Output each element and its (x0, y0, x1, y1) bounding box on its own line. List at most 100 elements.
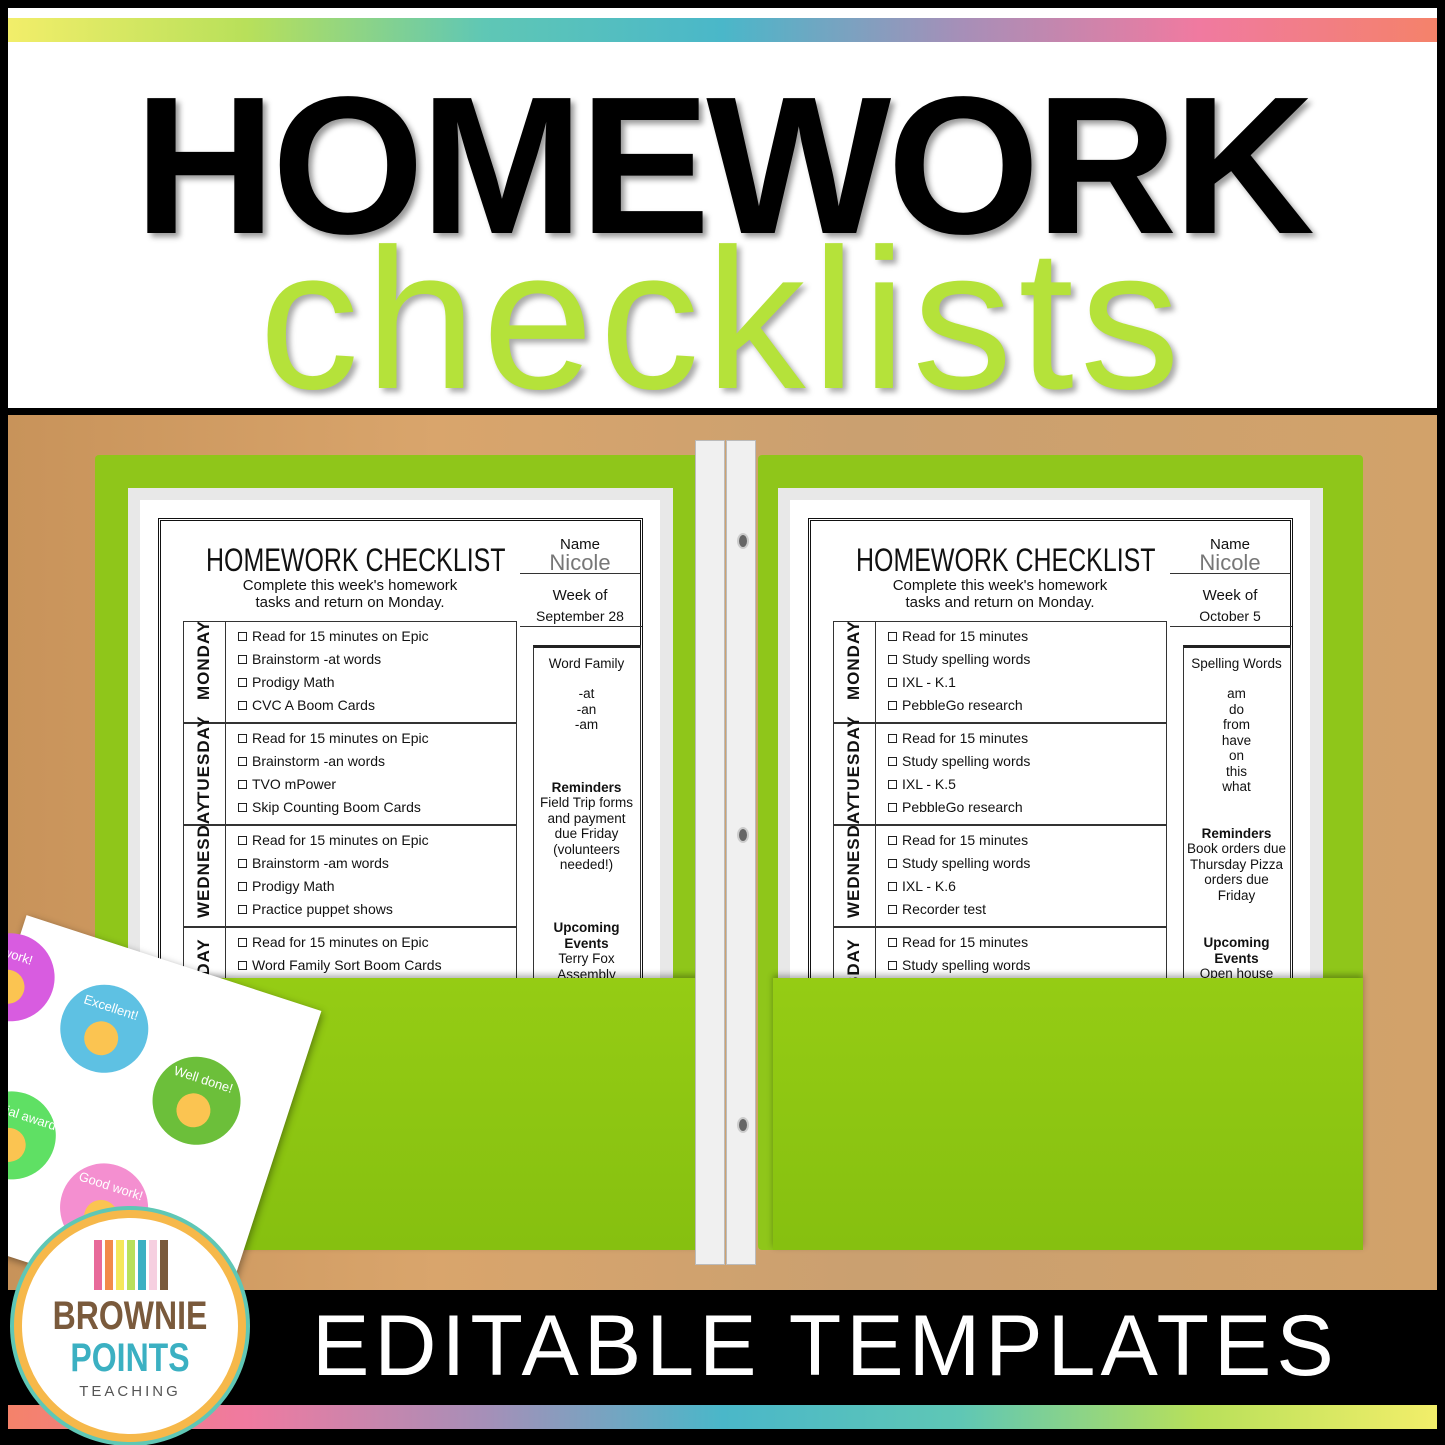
day-row: MONDAY Read for 15 minutes Study spelling … (833, 620, 1167, 723)
title-checklists: checklists (259, 208, 1186, 431)
sidebar-word: am (1227, 686, 1246, 701)
worksheet-instructions: tasks and return on Monday. (905, 594, 1095, 611)
sidebar-word: -am (574, 717, 599, 732)
folder-fastener-left (695, 440, 725, 1265)
day-row: WEDNESDAY Read for 15 minutes on Epic Brai… (183, 800, 517, 927)
task-checkbox[interactable] (238, 882, 247, 891)
name-underline (1170, 573, 1290, 574)
task-item: Brainstorm -at words (252, 651, 382, 667)
task-checkbox[interactable] (238, 938, 247, 947)
task-item: Read for 15 minutes on Epic (252, 934, 429, 950)
task-item: Recorder test (902, 901, 987, 917)
task-checkbox[interactable] (888, 780, 897, 789)
sidebar-word: what (1222, 779, 1251, 794)
task-checkbox[interactable] (888, 859, 897, 868)
week-underline (520, 626, 642, 627)
task-item: Brainstorm -am words (252, 855, 389, 871)
pencils-icon (94, 1240, 168, 1290)
task-checkbox[interactable] (888, 803, 897, 812)
sidebar-box: Word Family -at -an -am Reminders Field Trip … (533, 645, 641, 978)
sidebar-word: have (1221, 732, 1252, 748)
left-checklist-sheet: HOMEWORK CHECKLIST Complete this week's h… (128, 488, 673, 978)
task-checkbox[interactable] (238, 701, 247, 710)
day-row: SDAY Read for 15 minutes Study spelling wo… (833, 927, 1167, 978)
week-value: October 5 (1199, 608, 1261, 624)
task-item: Practice puppet shows (252, 901, 393, 917)
title-area: HOMEWORK checklists (8, 8, 1437, 420)
reminders-text: Book orders due Thursday Pizza orders du… (1186, 841, 1287, 903)
task-checkbox[interactable] (888, 701, 897, 710)
sidebar-heading: Spelling Words (1191, 656, 1282, 671)
day-label: WEDNESDAY (194, 800, 213, 918)
task-item: Study spelling words (902, 651, 1031, 667)
task-checkbox[interactable] (888, 882, 897, 891)
task-checkbox[interactable] (888, 678, 897, 687)
task-checkbox[interactable] (888, 938, 897, 947)
sidebar-word: -at (578, 686, 595, 701)
logo-brownie: BROWNIE (52, 1294, 208, 1338)
day-label: WEDNESDAY (844, 800, 863, 918)
bottom-rainbow-bar (8, 1405, 1437, 1429)
task-item: Skip Counting Boom Cards (252, 799, 421, 815)
events-text: Open house (1199, 966, 1274, 978)
task-item: Read for 15 minutes (902, 730, 1029, 746)
task-checkbox[interactable] (238, 757, 247, 766)
task-checkbox[interactable] (888, 655, 897, 664)
task-item: IXL - K.1 (902, 674, 956, 690)
sheep-icon (172, 1088, 215, 1132)
reminders-label: Reminders (551, 780, 622, 795)
fastener-ring (737, 1117, 749, 1133)
week-label: Week of (1202, 587, 1258, 604)
task-checkbox[interactable] (888, 632, 897, 641)
task-item: Study spelling words (902, 753, 1031, 769)
reminders-label: Reminders (1201, 826, 1272, 841)
task-checkbox[interactable] (238, 734, 247, 743)
task-item: Word Family Sort Boom Cards (252, 957, 442, 973)
name-underline (520, 573, 640, 574)
sidebar-word: from (1223, 717, 1250, 732)
task-checkbox[interactable] (888, 836, 897, 845)
fastener-ring (737, 533, 749, 549)
worksheet-instructions: Complete this week's homework (892, 577, 1108, 594)
logo-points: POINTS (70, 1336, 190, 1380)
right-pocket (773, 978, 1363, 1250)
task-checkbox[interactable] (238, 780, 247, 789)
sticker: Excellent! (48, 973, 160, 1085)
sidebar-heading: Word Family (548, 656, 625, 671)
day-row: MONDAY Read for 15 minutes on Epic Brainst… (183, 620, 517, 723)
sticker-label: Special award! (8, 1093, 62, 1135)
task-checkbox[interactable] (888, 961, 897, 970)
task-checkbox[interactable] (238, 655, 247, 664)
week-label: Week of (552, 587, 608, 604)
task-checkbox[interactable] (238, 803, 247, 812)
task-checkbox[interactable] (238, 961, 247, 970)
task-item: PebbleGo research (902, 697, 1023, 713)
task-checkbox[interactable] (888, 734, 897, 743)
day-row: TUESDAY Read for 15 minutes on Epic Brains… (183, 715, 517, 825)
task-checkbox[interactable] (238, 632, 247, 641)
task-item: PebbleGo research (902, 799, 1023, 815)
task-item: Read for 15 minutes (902, 628, 1029, 644)
star-icon (8, 965, 29, 1009)
worksheet-title: HOMEWORK CHECKLIST (206, 542, 506, 578)
reminders-text: Field Trip forms and payment due Friday … (539, 795, 634, 872)
folder-photo: HOMEWORK CHECKLIST Complete this week's h… (8, 415, 1437, 1290)
day-label: TUESDAY (844, 715, 863, 802)
brownie-points-logo: BROWNIE POINTS TEACHING (14, 1210, 246, 1442)
task-checkbox[interactable] (238, 859, 247, 868)
sidebar-word: this (1225, 763, 1247, 779)
task-checkbox[interactable] (888, 757, 897, 766)
day-label: TUESDAY (194, 715, 213, 802)
task-item: Study spelling words (902, 957, 1031, 973)
task-checkbox[interactable] (238, 678, 247, 687)
worksheet-page: HOMEWORK CHECKLIST Complete this week's h… (140, 500, 660, 978)
sidebar-word: -an (576, 701, 597, 717)
task-item: CVC A Boom Cards (252, 697, 375, 713)
day-row: SDAY Read for 15 minutes on Epic Word Fami… (183, 927, 517, 978)
editable-templates-title: EDITABLE TEMPLATES (312, 1298, 1339, 1394)
sidebar-word: do (1228, 701, 1245, 717)
logo-teaching: TEACHING (79, 1383, 181, 1400)
task-checkbox[interactable] (238, 836, 247, 845)
task-checkbox[interactable] (888, 905, 897, 914)
task-checkbox[interactable] (238, 905, 247, 914)
